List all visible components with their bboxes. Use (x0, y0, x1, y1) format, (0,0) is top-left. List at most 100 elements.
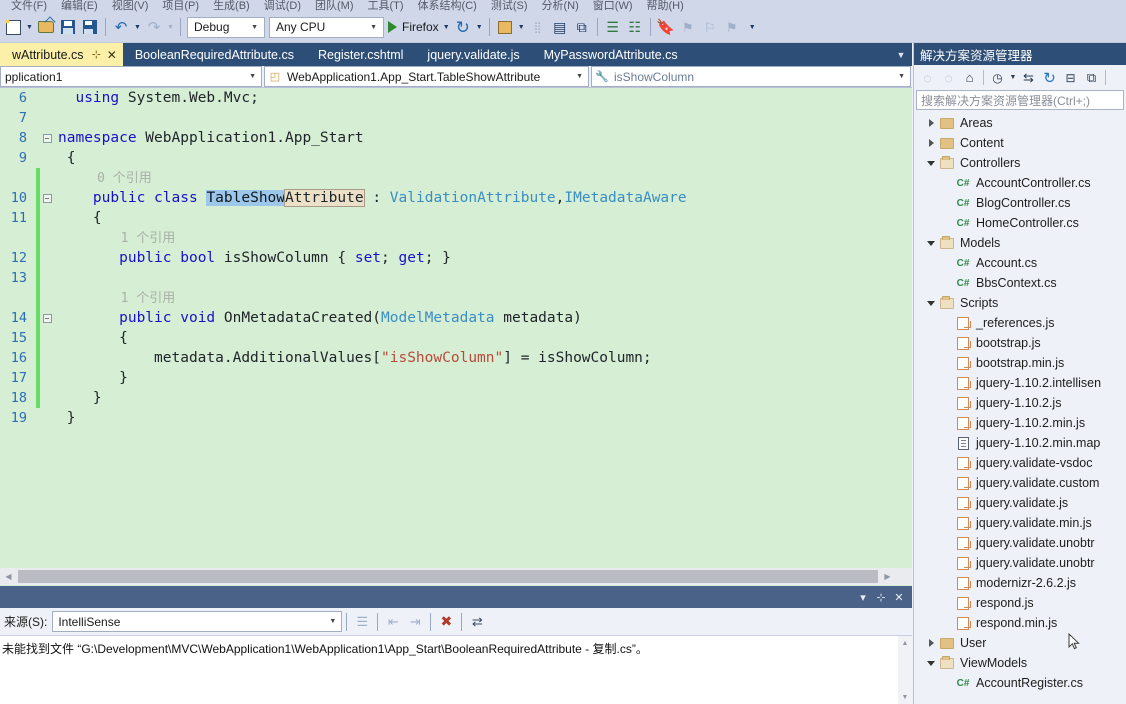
type-select[interactable]: ◰ WebApplication1.App_Start.TableShowAtt… (264, 66, 589, 87)
refresh-icon[interactable]: ↻ (452, 16, 474, 38)
home-icon[interactable]: ⌂ (959, 67, 980, 88)
tree-file-item[interactable]: jquery.validate.custom (914, 473, 1126, 493)
menu-item[interactable]: 分析(N) (535, 1, 586, 12)
open-file-icon[interactable] (35, 16, 57, 38)
clear-errors-icon[interactable]: ✖ (435, 611, 457, 633)
new-item-dropdown-icon[interactable]: ▼ (24, 16, 35, 38)
collapse-icon[interactable]: − (42, 133, 52, 143)
error-list[interactable]: 未能找到文件 “G:\Development\MVC\WebApplicatio… (0, 636, 912, 704)
code-line[interactable]: 14 − public void OnMetadataCreated(ModelM… (0, 308, 912, 328)
error-list-scrollbar[interactable]: ▲ ▼ (898, 636, 912, 704)
code-line[interactable]: 1 个引用 (0, 288, 912, 308)
code-line[interactable]: 11 { (0, 208, 912, 228)
chevron-down-icon[interactable] (924, 300, 938, 306)
close-icon[interactable]: ✕ (890, 588, 908, 606)
find-icon[interactable] (494, 16, 516, 38)
editor-tab[interactable]: BooleanRequiredAttribute.cs (123, 43, 306, 66)
code-line[interactable]: 1 个引用 (0, 228, 912, 248)
tree-folder-item[interactable]: ViewModels (914, 653, 1126, 673)
chevron-right-icon[interactable] (924, 639, 938, 647)
scroll-down-icon[interactable]: ▼ (898, 690, 912, 704)
undo-icon[interactable]: ↶ (110, 16, 132, 38)
tree-file-item[interactable]: jquery-1.10.2.min.js (914, 413, 1126, 433)
debug-target-dropdown-icon[interactable]: ▼ (441, 16, 452, 38)
comment-icon[interactable]: ☰ (602, 16, 624, 38)
toolbar-overflow-icon[interactable]: ▼ (747, 16, 758, 38)
tree-file-item[interactable]: jquery-1.10.2.js (914, 393, 1126, 413)
tree-file-item[interactable]: respond.js (914, 593, 1126, 613)
scroll-right-icon[interactable]: ▶ (879, 568, 896, 585)
editor-tab[interactable]: wAttribute.cs ⊹ ✕ (0, 43, 123, 66)
panel-dropdown-icon[interactable]: ▾ (854, 588, 872, 606)
collapse-icon[interactable]: − (42, 313, 52, 323)
code-line[interactable]: 13 (0, 268, 912, 288)
collapse-all-icon[interactable]: ⊟ (1060, 67, 1081, 88)
tree-file-item[interactable]: respond.min.js (914, 613, 1126, 633)
menu-item[interactable]: 工具(T) (361, 1, 411, 12)
show-all-files-icon[interactable]: ⧉ (1081, 67, 1102, 88)
project-select[interactable]: pplication1 ▼ (0, 66, 262, 87)
tree-file-item[interactable]: C# BbsContext.cs (914, 273, 1126, 293)
tree-file-item[interactable]: modernizr-2.6.2.js (914, 573, 1126, 593)
tree-file-item[interactable]: jquery-1.10.2.min.map (914, 433, 1126, 453)
tree-file-item[interactable]: jquery-1.10.2.intellisen (914, 373, 1126, 393)
code-line[interactable]: 15 { (0, 328, 912, 348)
menu-item[interactable]: 测试(S) (484, 1, 535, 12)
fold-margin[interactable]: − (40, 193, 54, 203)
code-line[interactable]: 10 − public class TableShowAttribute : Va… (0, 188, 912, 208)
tree-folder-item[interactable]: Views (914, 693, 1126, 696)
tree-file-item[interactable]: C# Account.cs (914, 253, 1126, 273)
copy-window-icon[interactable]: ⧉ (571, 16, 593, 38)
new-item-icon[interactable] (2, 16, 24, 38)
code-editor[interactable]: 6 using System.Web.Mvc; 7 8− namespace WebA… (0, 88, 912, 586)
refresh-icon[interactable]: ↻ (1039, 67, 1060, 88)
toolbar-handle[interactable]: ⣿ (527, 16, 549, 38)
editor-tab[interactable]: jquery.validate.js (415, 43, 531, 66)
hscrollbar-thumb[interactable] (18, 570, 878, 583)
code-line[interactable]: 12 public bool isShowColumn { set; get; … (0, 248, 912, 268)
code-line[interactable]: 19 } (0, 408, 912, 428)
code-line[interactable]: 16 metadata.AdditionalValues["isShowColu… (0, 348, 912, 368)
menu-item[interactable]: 生成(B) (206, 1, 257, 12)
fold-margin[interactable]: − (40, 313, 54, 323)
code-line[interactable]: 18 } (0, 388, 912, 408)
start-debug-button[interactable]: Firefox (386, 16, 441, 38)
sort-icon[interactable]: ⇄ (466, 611, 488, 633)
tree-file-item[interactable]: C# HomeController.cs (914, 213, 1126, 233)
sync-icon[interactable]: ⇆ (1018, 67, 1039, 88)
pin-icon[interactable]: ⊹ (92, 48, 101, 61)
search-input[interactable]: 搜索解决方案资源管理器(Ctrl+;) (916, 90, 1124, 110)
fold-margin[interactable]: − (40, 133, 54, 143)
menu-item[interactable]: 窗口(W) (586, 1, 640, 12)
tree-file-item[interactable]: jquery.validate.unobtr (914, 553, 1126, 573)
uncomment-icon[interactable]: ☷ (624, 16, 646, 38)
scroll-up-icon[interactable]: ▲ (898, 636, 912, 650)
error-list-row[interactable]: 未能找到文件 “G:\Development\MVC\WebApplicatio… (0, 636, 912, 657)
editor-horizontal-scrollbar[interactable]: ◀ ▶ (0, 568, 912, 585)
tree-file-item[interactable]: C# AccountController.cs (914, 173, 1126, 193)
code-line[interactable]: 6 using System.Web.Mvc; (0, 88, 912, 108)
solution-configuration-select[interactable]: Debug ▼ (187, 16, 265, 38)
menu-item[interactable]: 编辑(E) (54, 1, 105, 12)
editor-tab[interactable]: Register.cshtml (306, 43, 415, 66)
menu-item[interactable]: 视图(V) (105, 1, 156, 12)
member-select[interactable]: 🔧 isShowColumn ▼ (591, 66, 911, 87)
code-line[interactable]: 9 { (0, 148, 912, 168)
menu-item[interactable]: 文件(F) (4, 1, 54, 12)
chevron-right-icon[interactable] (924, 139, 938, 147)
tree-folder-item[interactable]: Models (914, 233, 1126, 253)
chevron-right-icon[interactable] (924, 119, 938, 127)
tree-file-item[interactable]: bootstrap.js (914, 333, 1126, 353)
menu-item[interactable]: 项目(P) (155, 1, 206, 12)
solution-platform-select[interactable]: Any CPU ▼ (269, 16, 384, 38)
pending-changes-dropdown-icon[interactable]: ▼ (1008, 67, 1018, 88)
chevron-down-icon[interactable] (924, 160, 938, 166)
code-line[interactable]: 8 − namespace WebApplication1.App_Start (0, 128, 912, 148)
solution-tree[interactable]: Areas Content Controllers C# AccountControll… (914, 110, 1126, 696)
save-all-icon[interactable] (79, 16, 101, 38)
tree-file-item[interactable]: jquery.validate.unobtr (914, 533, 1126, 553)
pending-changes-icon[interactable]: ◷ (987, 67, 1008, 88)
scroll-left-icon[interactable]: ◀ (0, 568, 17, 585)
tree-file-item[interactable]: jquery.validate.min.js (914, 513, 1126, 533)
code-text-area[interactable]: 6 using System.Web.Mvc; 7 8− namespace WebA… (0, 88, 912, 586)
